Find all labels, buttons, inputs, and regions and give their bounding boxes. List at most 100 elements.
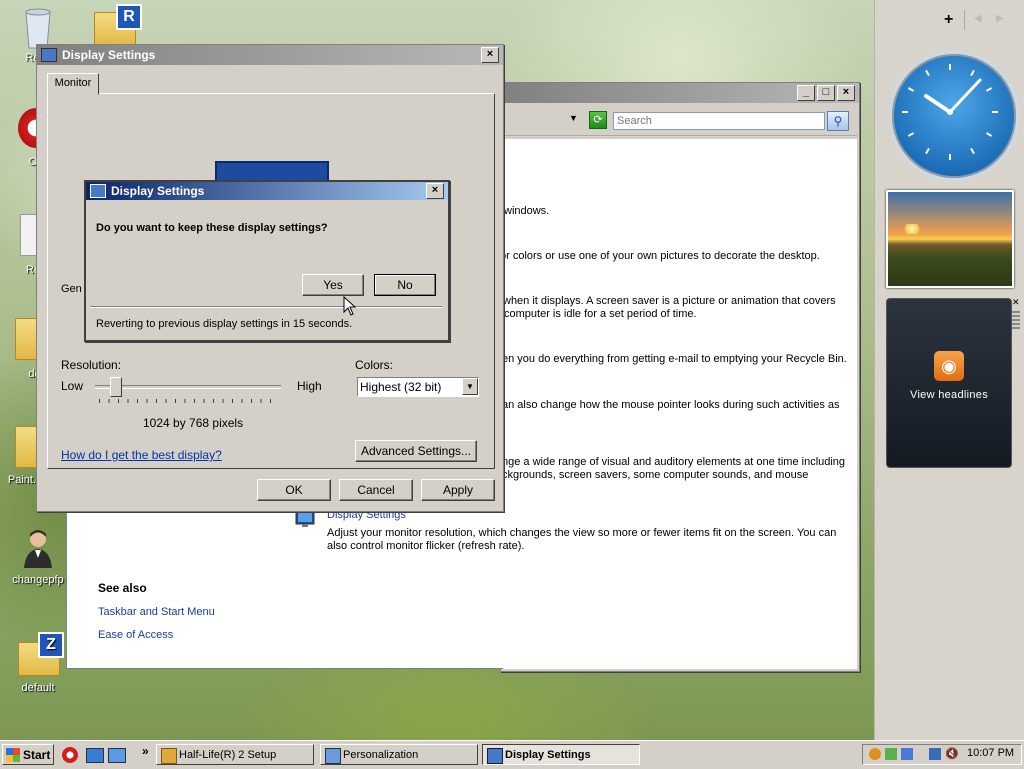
volume-muted-icon[interactable]: 🔇 <box>945 748 959 760</box>
desktop-icon-label: default <box>21 682 55 694</box>
resolution-value: 1024 by 768 pixels <box>143 416 244 430</box>
desktop-icon-folder-r[interactable]: R <box>94 4 142 46</box>
yes-button[interactable]: Yes <box>302 274 364 296</box>
folder-badge-z: Z <box>38 632 64 658</box>
switch-windows-icon[interactable] <box>108 748 126 763</box>
tray-clock[interactable]: 10:07 PM <box>967 747 1014 759</box>
taskbar-item-display-settings[interactable]: Display Settings <box>482 744 640 765</box>
windows-logo-icon <box>6 748 20 762</box>
personalization-text: an also change how the mouse pointer loo… <box>502 399 840 411</box>
setup-icon <box>161 748 177 764</box>
display-settings-window-icon <box>90 184 106 198</box>
colors-label: Colors: <box>355 358 394 372</box>
search-input[interactable] <box>613 112 825 130</box>
address-bar-area: ▼ ⟳ ⚲ <box>501 105 857 136</box>
personalization-window: _ □ × ▼ ⟳ ⚲ <box>500 82 860 672</box>
resolution-slider-track[interactable] <box>95 385 281 389</box>
network-tray-icon[interactable] <box>929 748 941 760</box>
taskbar-item-halflife[interactable]: Half-Life(R) 2 Setup <box>156 744 314 765</box>
display-settings-titlebar[interactable]: Display Settings × <box>37 45 503 65</box>
show-desktop-icon[interactable] <box>86 748 104 763</box>
display-settings-description: Adjust your monitor resolution, which ch… <box>327 527 837 539</box>
security-tray-icon[interactable] <box>885 748 897 760</box>
confirm-question: Do you want to keep these display settin… <box>96 222 328 234</box>
confirm-titlebar[interactable]: Display Settings × <box>86 182 448 200</box>
maximize-icon[interactable]: □ <box>817 85 835 101</box>
close-icon[interactable]: × <box>837 85 855 101</box>
mouse-cursor-icon <box>343 295 357 319</box>
folder-badge-r: R <box>116 4 142 30</box>
confirm-dialog: Display Settings × Do you want to keep t… <box>84 180 450 342</box>
window-title: Display Settings <box>62 48 156 62</box>
taskbar-item-label: Half-Life(R) 2 Setup <box>179 749 277 761</box>
minimize-icon[interactable]: _ <box>797 85 815 101</box>
alert-tray-icon[interactable] <box>869 748 881 760</box>
personalization-text: nge a wide range of visual and auditory … <box>502 456 846 468</box>
slideshow-gadget[interactable] <box>886 190 1014 288</box>
tab-monitor[interactable]: Monitor <box>47 73 99 95</box>
general-label: Gen <box>61 283 82 295</box>
no-button[interactable]: No <box>374 274 436 296</box>
personalization-text: when it displays. A screen saver is a pi… <box>503 295 836 307</box>
desktop-icon-default[interactable]: Z default <box>2 632 74 694</box>
ok-button[interactable]: OK <box>257 479 331 501</box>
slider-ticks <box>99 399 279 403</box>
personalization-text: en you do everything from getting e-mail… <box>502 353 847 365</box>
search-icon[interactable]: ⚲ <box>827 111 849 131</box>
high-label: High <box>297 379 322 393</box>
ease-of-access-link[interactable]: Ease of Access <box>98 629 173 642</box>
previous-page-icon[interactable]: ◀ <box>974 13 982 24</box>
best-display-help-link[interactable]: How do I get the best display? <box>61 449 222 462</box>
opera-quicklaunch-icon[interactable] <box>62 747 78 763</box>
taskbar-item-personalization[interactable]: Personalization <box>320 744 478 765</box>
folder-z-icon: Z <box>18 632 64 676</box>
colors-select[interactable]: Highest (32 bit) ▼ <box>357 377 479 397</box>
low-label: Low <box>61 379 84 393</box>
taskbar-item-label: Display Settings <box>505 749 591 761</box>
revert-countdown-text: Reverting to previous display settings i… <box>96 318 353 330</box>
person-icon <box>18 528 58 568</box>
taskbar: Start » Half-Life(R) 2 Setup Personaliza… <box>0 740 1024 769</box>
chevron-down-icon[interactable]: ▼ <box>462 378 478 395</box>
advanced-settings-button[interactable]: Advanced Settings... <box>355 440 477 462</box>
close-icon[interactable]: × <box>481 47 499 63</box>
apply-button[interactable]: Apply <box>421 479 495 501</box>
view-headlines-label[interactable]: View headlines <box>887 389 1011 401</box>
desktop-icon-changepfp[interactable]: changepfp <box>2 528 74 586</box>
personalization-text: ckgrounds, screen savers, some computer … <box>502 469 809 481</box>
display-settings-window-icon <box>41 48 57 62</box>
start-label: Start <box>23 748 51 762</box>
personalization-text: or colors or use one of your own picture… <box>500 250 820 262</box>
display-settings-icon <box>487 748 503 764</box>
start-button[interactable]: Start <box>2 744 54 765</box>
resolution-label: Resolution: <box>61 358 122 372</box>
next-page-icon[interactable]: ▶ <box>996 13 1004 24</box>
app-tray-icon[interactable] <box>901 748 913 760</box>
address-dropdown-icon[interactable]: ▼ <box>569 113 578 123</box>
taskbar-start-menu-link[interactable]: Taskbar and Start Menu <box>98 606 215 619</box>
dialog-divider <box>90 306 442 308</box>
desktop-icon-label: changepfp <box>12 574 64 586</box>
refresh-icon[interactable]: ⟳ <box>589 111 607 129</box>
gadget-close-icon[interactable]: ✕ <box>1012 298 1022 332</box>
sidebar-controls: + ◀ ▶ <box>940 10 1020 30</box>
control-panel-icon <box>325 748 341 764</box>
rss-icon: ◉ <box>934 351 964 381</box>
feed-headlines-gadget[interactable]: ◉ View headlines <box>886 298 1012 468</box>
recycle-bin-icon <box>18 4 58 49</box>
taskbar-item-label: Personalization <box>343 749 419 761</box>
see-also-heading: See also <box>98 581 147 595</box>
personalization-titlebar[interactable]: _ □ × <box>501 83 859 103</box>
personalization-text: computer is idle for a set period of tim… <box>504 308 697 320</box>
add-gadget-button[interactable]: + <box>944 11 953 29</box>
personalization-text: windows. <box>504 205 550 217</box>
colors-selected-value: Highest (32 bit) <box>360 380 442 394</box>
display-settings-description: also control monitor flicker (refresh ra… <box>327 540 525 552</box>
quicklaunch-overflow-icon[interactable]: » <box>142 744 149 758</box>
system-tray: 🔇 10:07 PM <box>862 744 1022 765</box>
resolution-slider-thumb[interactable] <box>109 377 122 397</box>
cancel-button[interactable]: Cancel <box>339 479 413 501</box>
clock-gadget[interactable] <box>888 50 1020 182</box>
close-icon[interactable]: × <box>426 183 444 199</box>
confirm-title: Display Settings <box>111 184 205 198</box>
